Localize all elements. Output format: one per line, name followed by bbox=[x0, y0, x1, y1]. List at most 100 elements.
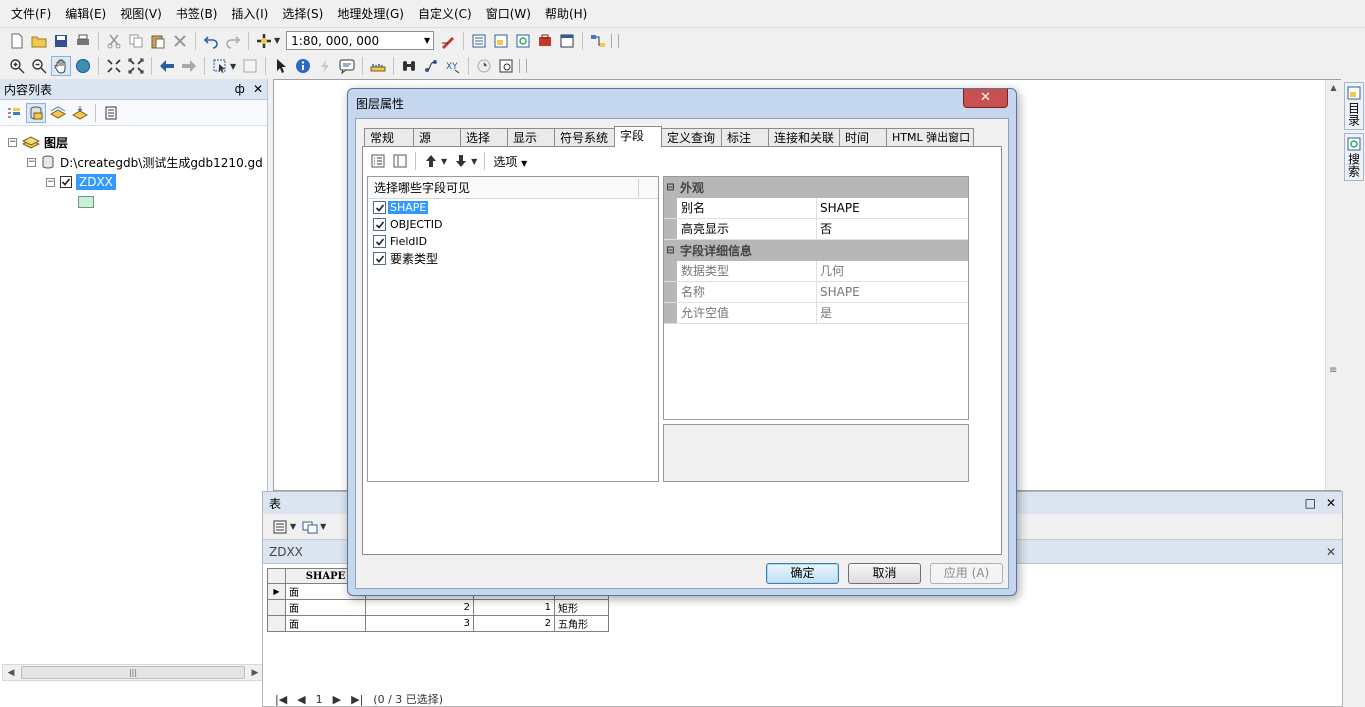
move-up-dropdown-icon[interactable]: ▼ bbox=[441, 157, 447, 166]
arctoolbox-icon[interactable] bbox=[535, 31, 555, 51]
move-down-arrow-icon[interactable] bbox=[451, 151, 471, 171]
open-folder-icon[interactable] bbox=[29, 31, 49, 51]
maximize-icon[interactable]: □ bbox=[1305, 496, 1316, 510]
field-row-feature-type[interactable]: 要素类型 bbox=[368, 250, 658, 267]
field-checkbox[interactable] bbox=[373, 201, 386, 214]
measure-ruler-icon[interactable] bbox=[368, 56, 388, 76]
tree-label-layer[interactable]: ZDXX bbox=[76, 174, 116, 190]
select-all-fields-icon[interactable] bbox=[368, 151, 388, 171]
field-label[interactable]: OBJECTID bbox=[390, 218, 443, 231]
tree-node-layers[interactable]: − 图层 bbox=[0, 132, 267, 152]
copy-icon[interactable] bbox=[126, 31, 146, 51]
dialog-close-button[interactable]: ✕ bbox=[963, 89, 1008, 108]
menu-insert[interactable]: 插入(I) bbox=[224, 0, 275, 28]
polygon-symbol-swatch[interactable] bbox=[78, 196, 94, 208]
scroll-right-icon[interactable]: ▶ bbox=[247, 668, 263, 678]
collapse-toggle-icon[interactable]: − bbox=[46, 177, 55, 187]
field-row-fieldid[interactable]: FieldID bbox=[368, 233, 658, 250]
current-record-field[interactable]: 1 bbox=[316, 693, 323, 706]
redo-icon[interactable] bbox=[223, 31, 243, 51]
table-tab-zdxx[interactable]: ZDXX bbox=[269, 545, 303, 559]
map-scale-combo[interactable]: 1:80, 000, 000 ▼ bbox=[286, 31, 435, 50]
menu-edit[interactable]: 编辑(E) bbox=[58, 0, 113, 28]
time-slider-icon[interactable] bbox=[474, 56, 494, 76]
select-dropdown-icon[interactable]: ▼ bbox=[230, 62, 236, 71]
list-by-drawing-order-icon[interactable] bbox=[4, 103, 24, 123]
scroll-grip-icon[interactable]: ≡ bbox=[1329, 365, 1337, 376]
zoom-out-icon[interactable] bbox=[29, 56, 49, 76]
select-features-icon[interactable] bbox=[210, 56, 230, 76]
html-popup-icon[interactable] bbox=[337, 56, 357, 76]
menu-geoprocessing[interactable]: 地理处理(G) bbox=[330, 0, 411, 28]
scroll-thumb[interactable]: ||| bbox=[21, 666, 245, 679]
collapse-toggle-icon[interactable]: ⊟ bbox=[664, 245, 677, 256]
menu-select[interactable]: 选择(S) bbox=[275, 0, 330, 28]
field-row-shape[interactable]: SHAPE bbox=[368, 199, 658, 216]
row-selector[interactable]: ▶ bbox=[267, 583, 286, 600]
tab-display[interactable]: 显示 bbox=[507, 128, 555, 147]
hyperlink-lightning-icon[interactable] bbox=[315, 56, 335, 76]
field-label[interactable]: 要素类型 bbox=[390, 250, 438, 267]
undo-icon[interactable] bbox=[201, 31, 221, 51]
ok-button[interactable]: 确定 bbox=[766, 563, 839, 584]
field-checkbox[interactable] bbox=[373, 252, 386, 265]
menu-window[interactable]: 窗口(W) bbox=[479, 0, 538, 28]
menu-bookmarks[interactable]: 书签(B) bbox=[169, 0, 225, 28]
clear-selection-icon[interactable] bbox=[240, 56, 260, 76]
python-window-icon[interactable] bbox=[557, 31, 577, 51]
property-category-appearance[interactable]: ⊟ 外观 bbox=[664, 177, 968, 198]
layer-visibility-checkbox[interactable] bbox=[60, 176, 72, 188]
tab-source[interactable]: 源 bbox=[413, 128, 461, 147]
menu-customize[interactable]: 自定义(C) bbox=[411, 0, 479, 28]
cancel-button[interactable]: 取消 bbox=[848, 563, 921, 584]
delete-icon[interactable] bbox=[170, 31, 190, 51]
close-icon[interactable]: ✕ bbox=[1326, 496, 1336, 510]
table-options-icon[interactable] bbox=[270, 517, 290, 537]
field-row-objectid[interactable]: OBJECTID bbox=[368, 216, 658, 233]
related-tables-dropdown-icon[interactable]: ▼ bbox=[320, 522, 326, 531]
menu-view[interactable]: 视图(V) bbox=[113, 0, 169, 28]
move-down-dropdown-icon[interactable]: ▼ bbox=[471, 157, 477, 166]
collapse-toggle-icon[interactable]: − bbox=[27, 157, 36, 167]
editor-toolbar-icon[interactable] bbox=[438, 31, 458, 51]
zoom-in-icon[interactable] bbox=[7, 56, 27, 76]
go-back-arrow-icon[interactable] bbox=[157, 56, 177, 76]
print-icon[interactable] bbox=[73, 31, 93, 51]
move-up-arrow-icon[interactable] bbox=[421, 151, 441, 171]
search-window-icon[interactable] bbox=[513, 31, 533, 51]
field-checkbox[interactable] bbox=[373, 235, 386, 248]
row-selector[interactable] bbox=[267, 599, 286, 616]
cut-icon[interactable] bbox=[104, 31, 124, 51]
close-icon[interactable]: ✕ bbox=[1326, 545, 1336, 559]
field-checkbox[interactable] bbox=[373, 218, 386, 231]
previous-record-icon[interactable]: ◀ bbox=[297, 693, 305, 706]
toc-horizontal-scrollbar[interactable]: ◀ ||| ▶ bbox=[2, 664, 264, 681]
property-row-alias[interactable]: 别名 SHAPE bbox=[664, 198, 968, 219]
new-document-icon[interactable] bbox=[7, 31, 27, 51]
field-label[interactable]: FieldID bbox=[390, 235, 427, 248]
add-data-icon[interactable] bbox=[254, 31, 274, 51]
menu-file[interactable]: 文件(F) bbox=[4, 0, 58, 28]
row-selector[interactable] bbox=[267, 615, 286, 632]
pin-icon[interactable]: ф bbox=[235, 82, 245, 96]
apply-button[interactable]: 应用 (A) bbox=[930, 563, 1003, 584]
paste-icon[interactable] bbox=[148, 31, 168, 51]
viewer-window-icon[interactable] bbox=[496, 56, 516, 76]
property-value[interactable]: SHAPE bbox=[817, 198, 968, 218]
select-elements-arrow-icon[interactable] bbox=[271, 56, 291, 76]
tab-time[interactable]: 时间 bbox=[839, 128, 887, 147]
tab-joins-relates[interactable]: 连接和关联 bbox=[768, 128, 840, 147]
list-by-selection-icon[interactable] bbox=[70, 103, 90, 123]
fixed-zoom-in-icon[interactable] bbox=[104, 56, 124, 76]
tab-general[interactable]: 常规 bbox=[364, 128, 414, 147]
search-dock-tab[interactable]: 搜索 bbox=[1344, 133, 1364, 181]
field-label[interactable]: SHAPE bbox=[388, 201, 429, 214]
last-record-icon[interactable]: ▶| bbox=[351, 693, 363, 706]
catalog-dock-tab[interactable]: 目录 bbox=[1344, 82, 1364, 130]
tree-node-layer-zdxx[interactable]: − ZDXX bbox=[0, 172, 267, 192]
first-record-icon[interactable]: |◀ bbox=[275, 693, 287, 706]
clear-all-fields-icon[interactable] bbox=[390, 151, 410, 171]
pan-hand-icon[interactable] bbox=[51, 56, 71, 76]
tab-selection[interactable]: 选择 bbox=[460, 128, 508, 147]
scroll-left-icon[interactable]: ◀ bbox=[3, 668, 19, 678]
